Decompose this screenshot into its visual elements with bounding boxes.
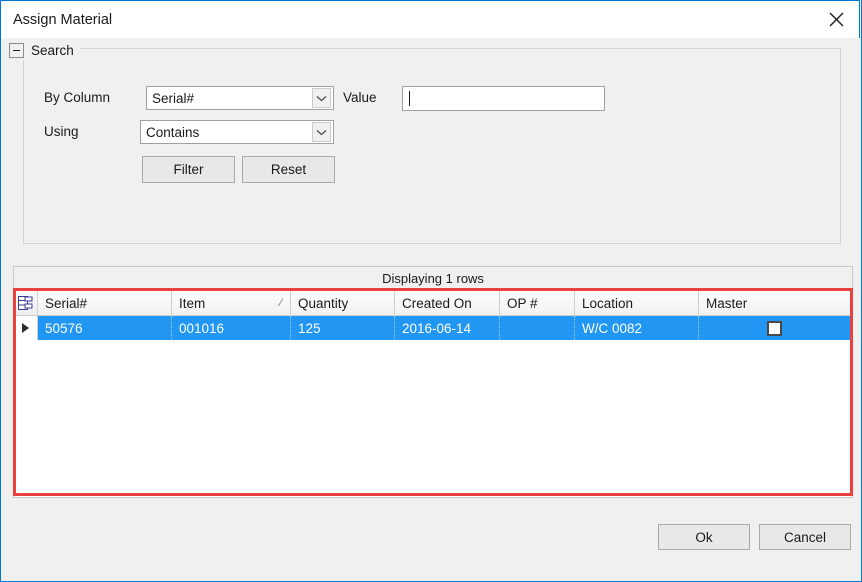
chevron-down-icon[interactable] [312, 88, 331, 108]
assign-material-dialog: Assign Material Search By Column Serial#… [0, 0, 862, 582]
cell-serial: 50576 [38, 316, 172, 340]
column-header-serial[interactable]: Serial# [38, 291, 172, 315]
by-column-value: Serial# [152, 90, 195, 106]
value-label: Value [343, 90, 377, 105]
value-input[interactable] [402, 86, 605, 111]
cell-item: 001016 [172, 316, 291, 340]
table-row[interactable]: 50576 001016 125 2016-06-14 W/C 0082 [14, 316, 852, 340]
title-bar: Assign Material [0, 0, 860, 38]
using-value: Contains [146, 124, 200, 140]
search-legend: Search [9, 40, 80, 60]
grid-body: Serial# Item ⁄ Quantity Created On OP # … [14, 291, 852, 497]
using-select[interactable]: Contains [140, 120, 334, 144]
column-header-label: Quantity [298, 295, 349, 311]
master-checkbox[interactable] [767, 320, 782, 336]
text-caret [409, 91, 410, 106]
column-header-label: Item [179, 295, 206, 311]
grid-caption: Displaying 1 rows [14, 267, 852, 291]
by-column-label: By Column [44, 90, 111, 105]
search-legend-label: Search [31, 42, 74, 58]
sort-ascending-icon: ⁄ [280, 297, 282, 309]
column-chooser-icon[interactable] [14, 291, 38, 315]
column-header-label: Created On [402, 295, 472, 311]
column-header-op-number[interactable]: OP # [500, 291, 575, 315]
cancel-button[interactable]: Cancel [759, 524, 851, 550]
column-header-label: Master [706, 295, 748, 311]
by-column-select[interactable]: Serial# [146, 86, 334, 110]
close-icon[interactable] [813, 1, 859, 38]
window-title: Assign Material [13, 12, 113, 28]
filter-button[interactable]: Filter [142, 156, 235, 183]
column-header-created-on[interactable]: Created On [395, 291, 500, 315]
cell-op-number [500, 316, 575, 340]
column-header-location[interactable]: Location [575, 291, 699, 315]
cell-location: W/C 0082 [575, 316, 699, 340]
chevron-down-icon[interactable] [312, 122, 331, 142]
minus-icon[interactable] [9, 42, 24, 58]
column-header-master[interactable]: Master [699, 291, 851, 315]
ok-button[interactable]: Ok [658, 524, 750, 550]
column-header-label: Location [582, 295, 634, 311]
row-selector-arrow-icon[interactable] [14, 316, 38, 340]
grid-empty-area [14, 340, 852, 496]
column-header-quantity[interactable]: Quantity [291, 291, 395, 315]
column-header-label: Serial# [45, 295, 88, 311]
using-label: Using [44, 124, 79, 139]
cell-quantity: 125 [291, 316, 395, 340]
column-header-item[interactable]: Item ⁄ [172, 291, 291, 315]
cell-master[interactable] [699, 316, 851, 340]
search-panel [23, 48, 841, 244]
grid-header-row: Serial# Item ⁄ Quantity Created On OP # … [14, 291, 852, 316]
results-grid-panel: Displaying 1 rows Serial# Item ⁄ Quantit… [13, 266, 853, 498]
column-header-label: OP # [507, 295, 538, 311]
cell-created-on: 2016-06-14 [395, 316, 500, 340]
reset-button[interactable]: Reset [242, 156, 335, 183]
